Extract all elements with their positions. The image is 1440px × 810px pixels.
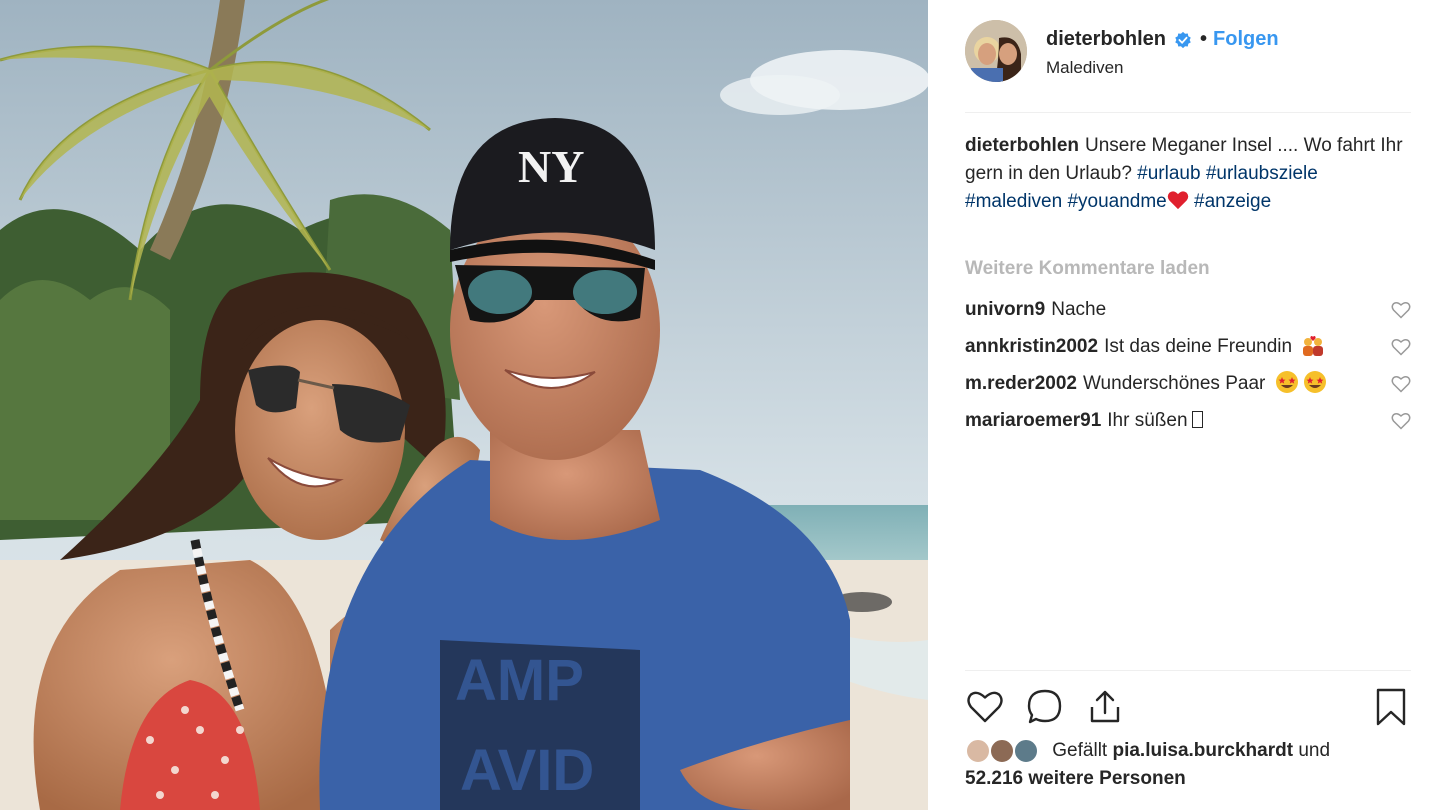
verified-badge-icon <box>1175 31 1191 48</box>
liker-username[interactable]: pia.luisa.burckhardt <box>1112 740 1293 761</box>
profile-photo-icon <box>965 20 1027 82</box>
comment-username[interactable]: m.reder2002 <box>965 373 1077 394</box>
share-icon[interactable] <box>1085 687 1125 727</box>
comment-like-heart-icon[interactable] <box>1391 300 1411 320</box>
comment-like-heart-icon[interactable] <box>1391 337 1411 357</box>
comment-item: mariaroemer91 Ihr süßen <box>965 407 1411 444</box>
avatar[interactable] <box>965 738 991 764</box>
comment-username[interactable]: annkristin2002 <box>965 336 1098 357</box>
hashtag-urlaub[interactable]: #urlaub <box>1137 163 1200 184</box>
instagram-post: AMP AVID NY dieterbohlen • Folgen Maledi… <box>0 0 1440 810</box>
couple-with-heart-emoji-icon <box>1303 335 1324 356</box>
comment-item: univorn9 Nache <box>965 296 1411 333</box>
action-bar <box>965 670 1411 741</box>
comment-text: Ist das deine Freundin <box>1104 336 1293 357</box>
avatar[interactable] <box>989 738 1015 764</box>
star-struck-emoji-icon <box>1275 371 1298 393</box>
post-username[interactable]: dieterbohlen <box>1046 28 1166 51</box>
comment-item: annkristin2002 Ist das deine Freundin <box>965 333 1411 370</box>
comment-list: univorn9 Nache annkristin2002 Ist das dein… <box>965 296 1411 444</box>
comment-username[interactable]: univorn9 <box>965 299 1045 320</box>
header-user-line: dieterbohlen • Folgen <box>1046 28 1279 51</box>
post-header: dieterbohlen • Folgen Malediven <box>965 20 1411 113</box>
separator-dot: • <box>1200 28 1208 50</box>
likes-count[interactable]: 52.216 weitere Personen <box>965 768 1186 789</box>
post-sidebar: dieterbohlen • Folgen Malediven dieterbo… <box>928 0 1440 810</box>
comment-text: Ihr süßen <box>1107 410 1188 431</box>
comment-like-heart-icon[interactable] <box>1391 411 1411 431</box>
likes-connector: und <box>1298 740 1331 761</box>
post-location[interactable]: Malediven <box>1046 58 1124 78</box>
load-more-comments-button[interactable]: Weitere Kommentare laden <box>965 258 1210 280</box>
post-photo[interactable]: AMP AVID NY <box>0 0 928 810</box>
beach-selfie-image: AMP AVID NY <box>0 0 928 810</box>
svg-text:AMP: AMP <box>455 648 584 713</box>
liker-avatars <box>965 736 1047 764</box>
svg-text:AVID: AVID <box>460 738 594 803</box>
comment-icon[interactable] <box>1025 687 1065 727</box>
avatar[interactable] <box>965 20 1027 82</box>
comment-username[interactable]: mariaroemer91 <box>965 410 1101 431</box>
heart-icon[interactable] <box>965 687 1005 727</box>
star-struck-emoji-icon <box>1303 371 1326 393</box>
post-caption: dieterbohlen Unsere Meganer Insel .... Wo… <box>965 132 1405 216</box>
comment-text: Nache <box>1051 299 1107 320</box>
follow-button[interactable]: Folgen <box>1213 28 1279 51</box>
likes-summary: Gefällt pia.luisa.burckhardt und 52.216 … <box>965 736 1411 793</box>
hashtag-anzeige[interactable]: #anzeige <box>1194 191 1271 212</box>
bookmark-icon[interactable] <box>1371 687 1411 727</box>
comment-item: m.reder2002 Wunderschönes Paar <box>965 370 1411 407</box>
hashtag-youandme[interactable]: #youandme <box>1067 191 1166 212</box>
missing-glyph-icon <box>1191 411 1203 428</box>
caption-username[interactable]: dieterbohlen <box>965 135 1079 156</box>
comment-text: Wunderschönes Paar <box>1082 373 1266 394</box>
red-heart-emoji-icon <box>1167 191 1188 210</box>
hashtag-malediven[interactable]: #malediven <box>965 191 1062 212</box>
avatar[interactable] <box>1013 738 1039 764</box>
comment-like-heart-icon[interactable] <box>1391 374 1411 394</box>
hashtag-urlaubsziele[interactable]: #urlaubsziele <box>1206 163 1318 184</box>
svg-text:NY: NY <box>518 141 584 192</box>
likes-prefix: Gefällt <box>1052 740 1108 761</box>
